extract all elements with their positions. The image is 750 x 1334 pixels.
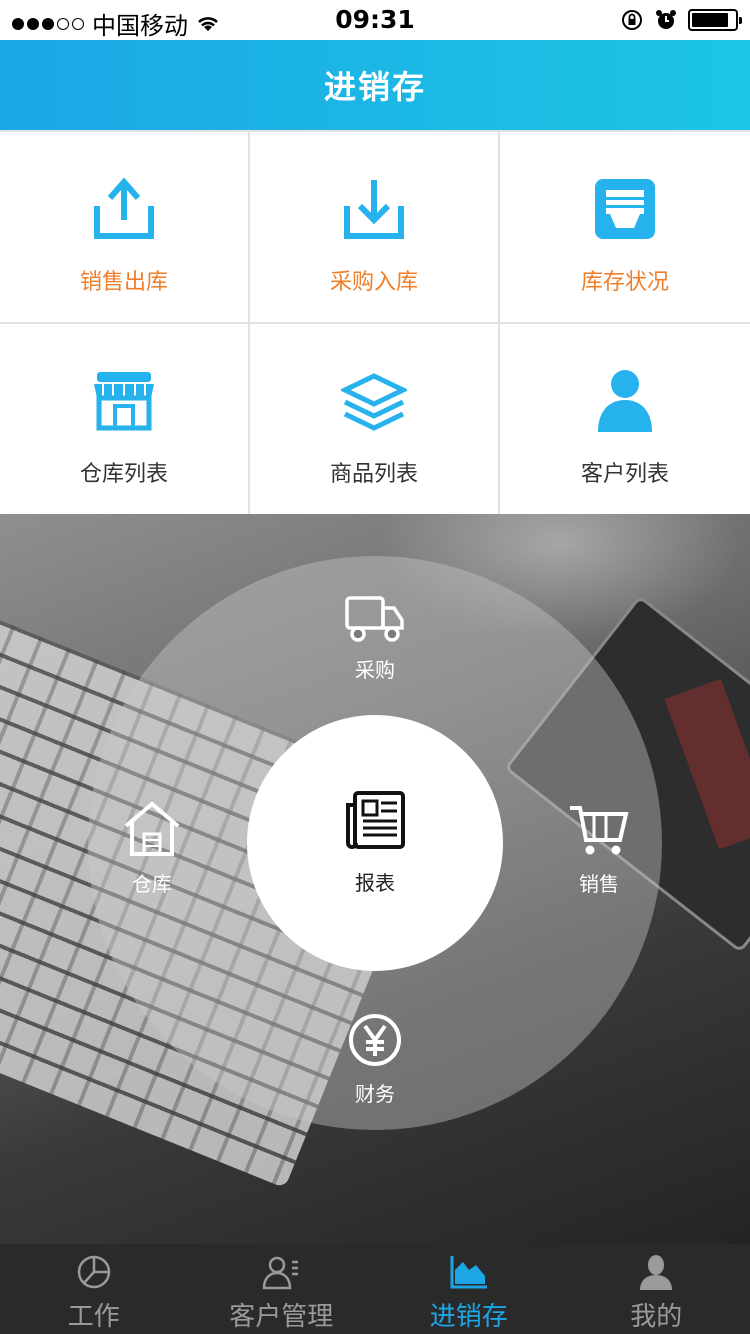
function-grid: 销售出库 采购入库 库存状况 仓库列表 商品列表 客户列表: [0, 130, 750, 514]
pie-chart-icon: [74, 1252, 114, 1292]
grid-item-label: 销售出库: [79, 270, 168, 295]
area-chart-icon: [449, 1252, 489, 1292]
radial-item-purchase[interactable]: 采购: [335, 594, 415, 683]
download-icon: [341, 176, 407, 242]
radial-item-label: 报表: [355, 870, 395, 895]
app-header: 进销存: [0, 40, 750, 130]
tab-label: 我的: [630, 1302, 683, 1332]
grid-item-customer-list[interactable]: 客户列表: [500, 324, 750, 514]
warehouse-icon: [124, 801, 180, 856]
status-bar: 中国移动 09:31: [0, 0, 750, 40]
grid-item-label: 采购入库: [329, 270, 418, 295]
radial-item-warehouse[interactable]: 仓库: [112, 800, 192, 897]
inventory-icon: [592, 176, 658, 242]
grid-item-label: 客户列表: [580, 462, 669, 487]
tab-label: 客户管理: [229, 1302, 334, 1332]
grid-item-sales-outbound[interactable]: 销售出库: [0, 132, 248, 322]
battery-icon: [688, 9, 742, 31]
cart-icon: [570, 806, 629, 855]
grid-item-purchase-inbound[interactable]: 采购入库: [250, 132, 498, 322]
grid-item-label: 仓库列表: [79, 462, 168, 487]
page-title: 进销存: [323, 68, 426, 106]
radial-item-label: 销售: [579, 872, 619, 896]
rotation-lock-icon: [622, 10, 642, 30]
person-icon: [592, 368, 658, 434]
radial-item-sales[interactable]: 销售: [558, 802, 640, 897]
yen-icon: [349, 1014, 401, 1066]
truck-icon: [345, 596, 404, 642]
report-icon: [346, 790, 405, 849]
grid-item-product-list[interactable]: 商品列表: [250, 324, 498, 514]
tab-label: 进销存: [429, 1302, 508, 1332]
radial-item-label: 仓库: [132, 872, 172, 896]
upload-icon: [91, 176, 157, 242]
radial-item-label: 财务: [355, 1082, 395, 1106]
store-icon: [91, 368, 157, 434]
grid-item-label: 库存状况: [580, 270, 669, 295]
tab-bar: 工作 客户管理 进销存 我的: [0, 1244, 750, 1334]
tab-customers[interactable]: 客户管理: [188, 1244, 376, 1334]
radial-item-report[interactable]: 报表: [247, 715, 503, 971]
grid-item-warehouse-list[interactable]: 仓库列表: [0, 324, 248, 514]
radial-item-label: 采购: [355, 658, 395, 682]
background-photo: 采购 仓库 报表 销售 财务: [0, 514, 750, 1244]
tab-label: 工作: [67, 1302, 120, 1332]
status-right: [620, 8, 742, 32]
grid-item-inventory-status[interactable]: 库存状况: [500, 132, 750, 322]
tab-inventory[interactable]: 进销存: [375, 1244, 563, 1334]
tab-mine[interactable]: 我的: [563, 1244, 750, 1334]
tab-work[interactable]: 工作: [0, 1244, 188, 1334]
user-icon: [636, 1252, 676, 1292]
contacts-icon: [261, 1252, 301, 1292]
grid-item-label: 商品列表: [329, 462, 418, 487]
alarm-icon: [656, 10, 676, 29]
layers-icon: [341, 368, 407, 434]
radial-item-finance[interactable]: 财务: [335, 1012, 415, 1107]
